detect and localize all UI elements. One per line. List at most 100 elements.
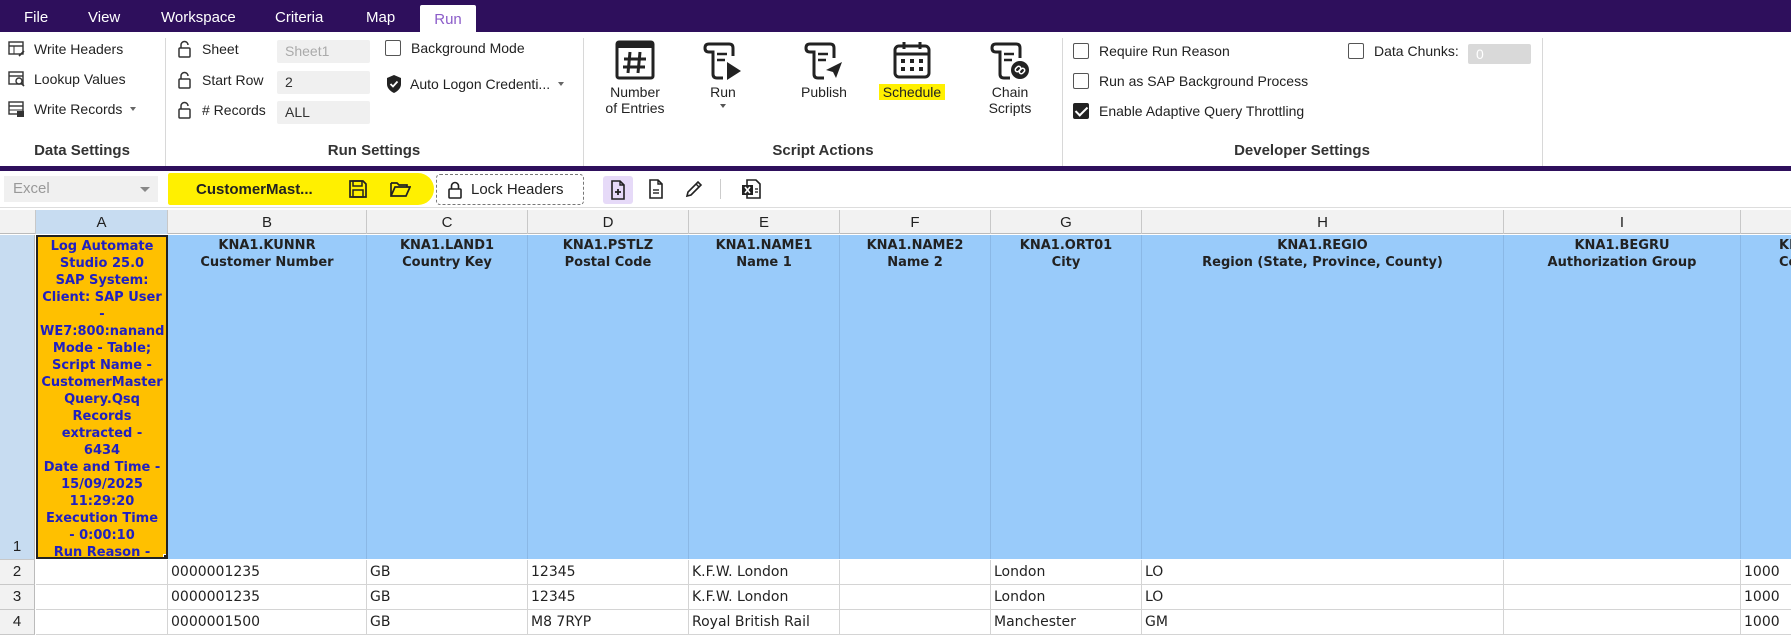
- table-cell[interactable]: [840, 585, 991, 610]
- table-cell[interactable]: 12345: [528, 560, 689, 585]
- checkbox-box: [1073, 103, 1089, 119]
- adaptive-throttling-label: Enable Adaptive Query Throttling: [1099, 103, 1305, 119]
- table-cell[interactable]: London: [991, 560, 1142, 585]
- file-name[interactable]: CustomerMast...: [196, 181, 313, 198]
- pencil-icon[interactable]: [683, 178, 705, 200]
- log-line: Mode - Table;: [52, 341, 152, 356]
- number-of-entries-button[interactable]: Number of Entries: [600, 40, 670, 116]
- table-cell[interactable]: GB: [367, 560, 528, 585]
- background-mode-label: Background Mode: [411, 40, 525, 56]
- table-cell[interactable]: K.F.W. London: [689, 560, 840, 585]
- field-desc: Co: [1779, 255, 1791, 270]
- table-cell[interactable]: [36, 585, 168, 610]
- table-cell[interactable]: 0000001235: [168, 560, 367, 585]
- schedule-button[interactable]: Schedule: [866, 40, 958, 100]
- publish-button[interactable]: Publish: [796, 40, 852, 100]
- table-cell[interactable]: Royal British Rail: [689, 610, 840, 635]
- run-button[interactable]: Run: [700, 40, 746, 110]
- table-cell[interactable]: 1000: [1741, 610, 1791, 635]
- adaptive-throttling-checkbox[interactable]: Enable Adaptive Query Throttling: [1073, 103, 1304, 119]
- table-cell[interactable]: 0000001500: [168, 610, 367, 635]
- auto-logon-dropdown[interactable]: Auto Logon Credenti...: [385, 74, 566, 94]
- menu-view[interactable]: View: [76, 0, 132, 32]
- table-cell[interactable]: 12345: [528, 585, 689, 610]
- data-chunks-input[interactable]: 0: [1468, 44, 1531, 64]
- write-headers-button[interactable]: Write Headers: [8, 40, 123, 58]
- column-header-h[interactable]: H: [1142, 210, 1504, 234]
- run-as-sap-background-checkbox[interactable]: Run as SAP Background Process: [1073, 73, 1308, 89]
- table-cell[interactable]: 0000001235: [168, 585, 367, 610]
- table-cell[interactable]: 1000: [1741, 585, 1791, 610]
- column-header-g[interactable]: G: [991, 210, 1142, 234]
- row-header-2[interactable]: 2: [0, 560, 35, 585]
- column-header-d[interactable]: D: [528, 210, 689, 234]
- column-header-b[interactable]: B: [168, 210, 367, 234]
- table-cell[interactable]: [1504, 610, 1741, 635]
- header-cell-name2[interactable]: KNA1.NAME2 Name 2: [840, 235, 991, 559]
- table-cell[interactable]: M8 7RYP: [528, 610, 689, 635]
- menu-file[interactable]: File: [12, 0, 60, 32]
- table-cell[interactable]: [1504, 585, 1741, 610]
- write-records-label: Write Records: [34, 101, 123, 117]
- header-cell-kunnr[interactable]: KNA1.KUNNR Customer Number: [168, 235, 367, 559]
- column-header-a[interactable]: A: [36, 210, 168, 234]
- records-input[interactable]: ALL: [277, 101, 370, 124]
- menu-run[interactable]: Run: [420, 5, 476, 32]
- menu-map[interactable]: Map: [354, 0, 407, 32]
- lookup-values-button[interactable]: Lookup Values: [8, 70, 126, 88]
- table-cell[interactable]: [840, 610, 991, 635]
- lock-headers-button[interactable]: Lock Headers: [436, 174, 584, 205]
- header-cell-partial[interactable]: KN Co: [1741, 235, 1791, 559]
- excel-export-icon[interactable]: [740, 178, 764, 200]
- column-header-c[interactable]: C: [367, 210, 528, 234]
- row-header-1[interactable]: 1: [0, 235, 35, 560]
- table-records-icon: [8, 101, 24, 117]
- table-cell[interactable]: LO: [1142, 560, 1504, 585]
- header-cell-pstlz[interactable]: KNA1.PSTLZ Postal Code: [528, 235, 689, 559]
- table-cell[interactable]: [840, 560, 991, 585]
- table-cell[interactable]: GB: [367, 610, 528, 635]
- table-cell[interactable]: K.F.W. London: [689, 585, 840, 610]
- header-cell-begru[interactable]: KNA1.BEGRU Authorization Group: [1504, 235, 1741, 559]
- run-label: Run: [710, 84, 736, 100]
- select-all-corner[interactable]: [0, 210, 36, 234]
- column-header-f[interactable]: F: [840, 210, 991, 234]
- table-cell[interactable]: [1504, 560, 1741, 585]
- lock-icon: [448, 181, 462, 199]
- new-file-button[interactable]: [603, 176, 633, 204]
- log-line: - 0:00:10: [69, 528, 135, 543]
- header-cell-regio[interactable]: KNA1.REGIO Region (State, Province, Count…: [1142, 235, 1504, 559]
- chain-scripts-button[interactable]: Chain Scripts: [982, 40, 1038, 116]
- require-run-reason-checkbox[interactable]: Require Run Reason: [1073, 43, 1230, 59]
- sheet-input[interactable]: Sheet1: [277, 40, 370, 63]
- folder-open-icon[interactable]: [389, 178, 411, 200]
- table-cell[interactable]: GB: [367, 585, 528, 610]
- write-records-button[interactable]: Write Records: [8, 100, 138, 118]
- save-icon[interactable]: [347, 178, 369, 200]
- header-cell-land1[interactable]: KNA1.LAND1 Country Key: [367, 235, 528, 559]
- table-cell[interactable]: GM: [1142, 610, 1504, 635]
- table-cell[interactable]: [36, 560, 168, 585]
- column-header-next[interactable]: [1741, 210, 1791, 234]
- log-cell[interactable]: Log Automate Studio 25.0 SAP System: Client…: [36, 235, 168, 559]
- background-mode-checkbox[interactable]: Background Mode: [385, 40, 525, 56]
- run-settings-title: Run Settings: [327, 142, 421, 159]
- start-row-input[interactable]: 2: [277, 71, 370, 94]
- header-cell-name1[interactable]: KNA1.NAME1 Name 1: [689, 235, 840, 559]
- table-cell[interactable]: LO: [1142, 585, 1504, 610]
- chevron-down-icon: [130, 107, 137, 111]
- source-select[interactable]: Excel: [4, 176, 158, 202]
- menu-workspace[interactable]: Workspace: [149, 0, 248, 32]
- table-cell[interactable]: 1000: [1741, 560, 1791, 585]
- table-cell[interactable]: Manchester: [991, 610, 1142, 635]
- column-header-i[interactable]: I: [1504, 210, 1741, 234]
- data-chunks-checkbox[interactable]: Data Chunks:: [1348, 43, 1459, 59]
- menu-criteria[interactable]: Criteria: [263, 0, 335, 32]
- header-cell-ort01[interactable]: KNA1.ORT01 City: [991, 235, 1142, 559]
- row-header-3[interactable]: 3: [0, 585, 35, 610]
- table-cell[interactable]: [36, 610, 168, 635]
- column-header-e[interactable]: E: [689, 210, 840, 234]
- row-header-4[interactable]: 4: [0, 610, 35, 635]
- table-cell[interactable]: London: [991, 585, 1142, 610]
- document-icon[interactable]: [645, 178, 667, 200]
